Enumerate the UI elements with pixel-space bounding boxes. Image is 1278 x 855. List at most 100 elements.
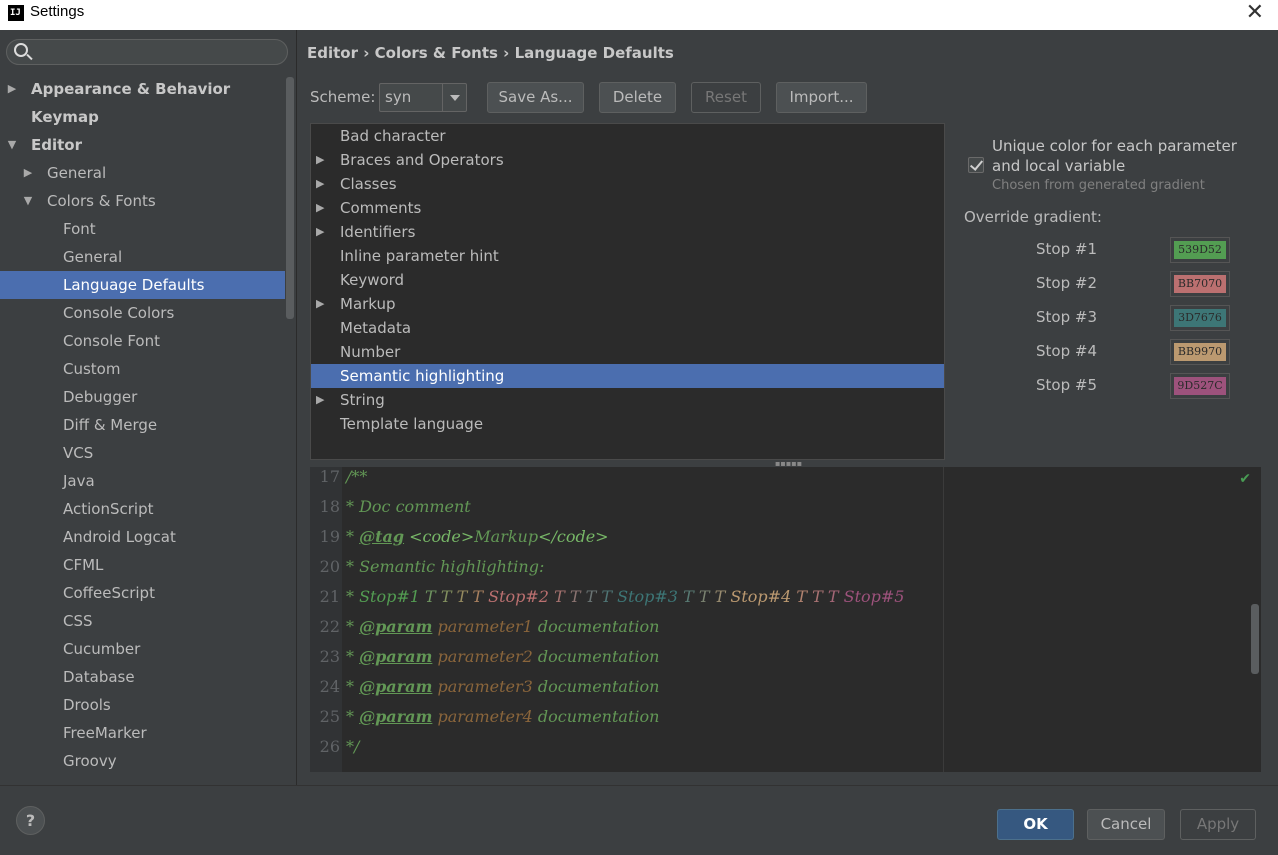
- code-line: 25 * @param parameter4 documentation: [310, 702, 1261, 732]
- collapsed-arrow-icon[interactable]: ▶: [316, 148, 324, 172]
- sidebar-item-general[interactable]: ▶ General: [0, 159, 285, 187]
- cancel-button[interactable]: Cancel: [1087, 809, 1165, 840]
- expanded-arrow-icon[interactable]: ▼: [22, 187, 34, 215]
- import-button[interactable]: Import...: [776, 82, 867, 113]
- collapsed-arrow-icon[interactable]: ▶: [316, 196, 324, 220]
- category-item-braces-and-operators[interactable]: ▶ Braces and Operators: [311, 148, 944, 172]
- sidebar-item-font[interactable]: Font: [0, 215, 285, 243]
- category-label: Comments: [340, 199, 422, 217]
- gradient-stop-label: Stop #4: [1036, 342, 1097, 360]
- sidebar-item-custom[interactable]: Custom: [0, 355, 285, 383]
- sidebar-item-label: Console Font: [63, 332, 160, 350]
- sidebar-item-java[interactable]: Java: [0, 467, 285, 495]
- apply-button[interactable]: Apply: [1180, 809, 1256, 840]
- title-bar: IJ Settings ✕: [0, 0, 1278, 30]
- gradient-stop-1: Stop #1 539D52: [958, 235, 1268, 265]
- sidebar-item-editor[interactable]: ▼ Editor: [0, 131, 285, 159]
- sidebar-item-label: ActionScript: [63, 500, 154, 518]
- sidebar-item-label: CoffeeScript: [63, 584, 155, 602]
- category-item-number[interactable]: Number: [311, 340, 944, 364]
- category-label: Number: [340, 343, 401, 361]
- sidebar-item-label: General: [63, 248, 123, 266]
- sidebar-item-label: CSS: [63, 612, 93, 630]
- sidebar-item-cucumber[interactable]: Cucumber: [0, 635, 285, 663]
- sidebar-item-android-logcat[interactable]: Android Logcat: [0, 523, 285, 551]
- category-label: Semantic highlighting: [340, 367, 505, 385]
- sidebar-item-console-colors[interactable]: Console Colors: [0, 299, 285, 327]
- sidebar-item-actionscript[interactable]: ActionScript: [0, 495, 285, 523]
- line-number: 18: [319, 497, 340, 516]
- sidebar-item-general[interactable]: General: [0, 243, 285, 271]
- collapsed-arrow-icon[interactable]: ▶: [316, 172, 324, 196]
- category-item-keyword[interactable]: Keyword: [311, 268, 944, 292]
- collapsed-arrow-icon[interactable]: ▶: [22, 159, 34, 187]
- help-icon[interactable]: ?: [16, 806, 45, 835]
- sidebar-item-label: Language Defaults: [63, 276, 205, 294]
- sidebar-item-label: Font: [63, 220, 96, 238]
- sidebar-item-label: Drools: [63, 696, 111, 714]
- gradient-stop-label: Stop #3: [1036, 308, 1097, 326]
- category-item-inline-parameter-hint[interactable]: Inline parameter hint: [311, 244, 944, 268]
- sidebar-scrollbar[interactable]: [286, 77, 294, 319]
- sidebar-item-coffeescript[interactable]: CoffeeScript: [0, 579, 285, 607]
- gradient-stop-label: Stop #2: [1036, 274, 1097, 292]
- unique-color-checkbox[interactable]: [968, 157, 984, 173]
- sidebar-item-console-font[interactable]: Console Font: [0, 327, 285, 355]
- sidebar-item-cfml[interactable]: CFML: [0, 551, 285, 579]
- color-swatch-hex: 3D7676: [1174, 309, 1226, 327]
- sidebar-item-colors-fonts[interactable]: ▼ Colors & Fonts: [0, 187, 285, 215]
- sidebar-item-groovy[interactable]: Groovy: [0, 747, 285, 775]
- search-input[interactable]: [6, 39, 288, 65]
- splitter-handle[interactable]: ▪▪▪▪▪: [775, 459, 802, 468]
- color-swatch-button[interactable]: 539D52: [1170, 237, 1230, 263]
- category-item-metadata[interactable]: Metadata: [311, 316, 944, 340]
- color-swatch-button[interactable]: BB9970: [1170, 339, 1230, 365]
- code-text: * @param parameter4 documentation: [346, 707, 660, 726]
- code-line: 17 /**: [310, 467, 1261, 492]
- code-text: /**: [346, 467, 368, 486]
- collapsed-arrow-icon[interactable]: ▶: [316, 292, 324, 316]
- sidebar-item-label: Java: [63, 472, 95, 490]
- sidebar-item-keymap[interactable]: Keymap: [0, 103, 285, 131]
- code-line: 22 * @param parameter1 documentation: [310, 612, 1261, 642]
- category-item-string[interactable]: ▶ String: [311, 388, 944, 412]
- category-item-comments[interactable]: ▶ Comments: [311, 196, 944, 220]
- code-text: * Stop#1 T T T T Stop#2 T T T T Stop#3 T…: [346, 587, 905, 606]
- category-item-markup[interactable]: ▶ Markup: [311, 292, 944, 316]
- color-swatch-button[interactable]: 3D7676: [1170, 305, 1230, 331]
- category-item-identifiers[interactable]: ▶ Identifiers: [311, 220, 944, 244]
- save-as-button[interactable]: Save As...: [487, 82, 584, 113]
- close-icon[interactable]: ✕: [1246, 1, 1264, 25]
- category-item-template-language[interactable]: Template language: [311, 412, 944, 436]
- chevron-down-icon[interactable]: [442, 84, 466, 111]
- sidebar-item-database[interactable]: Database: [0, 663, 285, 691]
- color-swatch-button[interactable]: BB7070: [1170, 271, 1230, 297]
- search-icon: [14, 43, 28, 57]
- color-swatch-hex: BB7070: [1174, 275, 1226, 293]
- code-preview[interactable]: ✔ 17/** 18 * Doc comment 19 * @tag <code>M…: [310, 467, 1261, 772]
- code-line: 20 * Semantic highlighting:: [310, 552, 1261, 582]
- expanded-arrow-icon[interactable]: ▼: [6, 131, 18, 159]
- sidebar-item-drools[interactable]: Drools: [0, 691, 285, 719]
- category-item-semantic-highlighting[interactable]: Semantic highlighting: [311, 364, 944, 388]
- line-number: 24: [319, 677, 340, 696]
- sidebar-item-diff-merge[interactable]: Diff & Merge: [0, 411, 285, 439]
- sidebar-item-appearance-behavior[interactable]: ▶ Appearance & Behavior: [0, 75, 285, 103]
- sidebar-item-css[interactable]: CSS: [0, 607, 285, 635]
- sidebar-item-debugger[interactable]: Debugger: [0, 383, 285, 411]
- color-swatch-button[interactable]: 9D527C: [1170, 373, 1230, 399]
- category-label: Identifiers: [340, 223, 416, 241]
- scheme-select[interactable]: syn: [379, 83, 467, 112]
- sidebar-item-freemarker[interactable]: FreeMarker: [0, 719, 285, 747]
- category-item-classes[interactable]: ▶ Classes: [311, 172, 944, 196]
- delete-button[interactable]: Delete: [599, 82, 676, 113]
- collapsed-arrow-icon[interactable]: ▶: [316, 388, 324, 412]
- sidebar-item-vcs[interactable]: VCS: [0, 439, 285, 467]
- collapsed-arrow-icon[interactable]: ▶: [6, 75, 18, 103]
- category-label: String: [340, 391, 385, 409]
- ok-button[interactable]: OK: [997, 809, 1074, 840]
- category-item-bad-character[interactable]: Bad character: [311, 124, 944, 148]
- reset-button[interactable]: Reset: [691, 82, 761, 113]
- collapsed-arrow-icon[interactable]: ▶: [316, 220, 324, 244]
- sidebar-item-language-defaults[interactable]: Language Defaults: [0, 271, 285, 299]
